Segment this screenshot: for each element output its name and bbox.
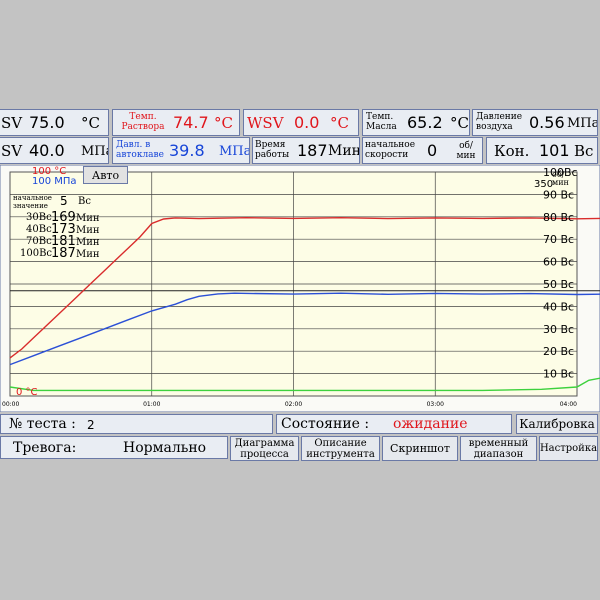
row-label: 100Вс: [20, 248, 53, 259]
con-value: 101: [539, 141, 570, 160]
row-label: 70Вс: [26, 236, 52, 247]
state-value: ожидание: [393, 416, 468, 432]
y-tick-label: 20 Вс: [543, 345, 574, 358]
row-unit: Мин: [76, 225, 100, 236]
legend-temp-zero: 0 °C: [16, 387, 38, 398]
state-label: Состояние :: [281, 416, 370, 432]
solution-temp-panel: Темп. Раствора 74.7 °C: [112, 109, 240, 136]
speed-axis-top-value: 350: [534, 179, 554, 190]
wsv-label: WSV: [247, 114, 284, 132]
oil-temp-label: Темп. Масла: [366, 112, 397, 132]
start-speed-label: начальное скорости: [365, 140, 416, 160]
con-label: Кон.: [494, 142, 530, 160]
alarm-label: Тревога:: [13, 440, 77, 456]
legend-pressure-scale: 100 МПа: [32, 176, 77, 187]
settings-button[interactable]: Настройка: [539, 436, 598, 461]
sv-pressure-unit: МПа: [81, 144, 108, 159]
speed-axis-top-unit: об/мин: [552, 170, 569, 187]
work-time-label: Время работы: [255, 140, 290, 160]
air-pressure-label: Давление воздуха: [476, 112, 523, 132]
sv-pressure-panel: SV 40.0 МПа: [0, 137, 109, 164]
row-unit: Мин: [76, 237, 100, 248]
alarm-panel: Тревога: Нормально: [0, 436, 228, 459]
initial-value: 5: [60, 194, 68, 208]
row-unit: Мин: [76, 213, 100, 224]
sv-pressure-label: SV: [1, 142, 23, 160]
oil-temp-value: 65.2: [407, 113, 443, 132]
alarm-value: Нормально: [123, 440, 207, 456]
row-unit: Мин: [76, 249, 100, 260]
air-pressure-panel: Давление воздуха 0.56 МПа: [472, 109, 598, 136]
y-tick-label: 80 Вс: [543, 211, 574, 224]
x-tick-label: 04:00: [560, 401, 577, 408]
solution-temp-value: 74.7: [173, 113, 209, 132]
x-tick-label: 03:00: [427, 401, 444, 408]
y-tick-label: 90 Вс: [543, 188, 574, 201]
sv-pressure-value: 40.0: [29, 141, 65, 160]
y-tick-label: 40 Вс: [543, 300, 574, 313]
calibration-button[interactable]: Калибровка: [516, 414, 598, 434]
y-tick-label: 30 Вс: [543, 323, 574, 336]
instrument-description-button[interactable]: Описание инструмента: [301, 436, 380, 461]
sv-temp-label: SV: [1, 114, 23, 132]
air-pressure-unit: МПа: [567, 116, 598, 131]
vessel-pressure-label: Давл. в автоклаве: [116, 140, 164, 160]
test-number-value: 2: [87, 418, 95, 432]
air-pressure-value: 0.56: [529, 113, 565, 132]
con-unit: Вс: [574, 142, 594, 160]
work-time-value: 187: [297, 141, 328, 160]
x-tick-label: 00:00: [2, 401, 19, 408]
sv-temp-panel: SV 75.0 °C: [0, 109, 109, 136]
start-speed-unit: об/мин: [456, 141, 476, 161]
start-speed-panel: начальное скорости 0 об/мин: [362, 137, 483, 164]
initial-value-label: начальное значение: [13, 194, 52, 210]
start-speed-value: 0: [427, 141, 438, 160]
work-time-unit: Мин: [328, 143, 360, 159]
y-tick-label: 10 Вс: [543, 368, 574, 381]
state-panel: Состояние : ожидание: [276, 414, 512, 434]
oil-temp-panel: Темп. Масла 65.2 °C: [362, 109, 470, 136]
row-label: 30Вс: [26, 212, 52, 223]
auto-button[interactable]: Авто: [83, 166, 128, 184]
sv-temp-unit: °C: [81, 114, 100, 132]
initial-value-unit: Вс: [78, 196, 91, 207]
wsv-panel: WSV 0.0 °C: [243, 109, 359, 136]
row-label: 40Вс: [26, 224, 52, 235]
y-tick-label: 60 Вс: [543, 256, 574, 269]
solution-temp-label: Темп. Раствора: [121, 112, 165, 132]
y-tick-label: 50 Вс: [543, 278, 574, 291]
sv-temp-value: 75.0: [29, 113, 65, 132]
row-value: 187: [51, 246, 76, 261]
time-range-button[interactable]: временный диапазон: [460, 436, 537, 461]
wsv-unit: °C: [330, 114, 349, 132]
y-tick-label: 70 Вс: [543, 233, 574, 246]
vessel-pressure-panel: Давл. в автоклаве 39.8 МПа: [112, 137, 250, 164]
screenshot-button[interactable]: Скриншот: [382, 436, 458, 461]
x-tick-label: 02:00: [285, 401, 302, 408]
process-diagram-button[interactable]: Диаграмма процесса: [230, 436, 299, 461]
wsv-value: 0.0: [294, 113, 320, 132]
oil-temp-unit: °C: [450, 114, 469, 132]
con-panel: Кон. 101 Вс: [486, 137, 598, 164]
vessel-pressure-value: 39.8: [169, 141, 205, 160]
test-number-panel: № теста : 2: [0, 414, 273, 434]
work-time-panel: Время работы 187 Мин: [252, 137, 360, 164]
test-number-label: № теста :: [9, 416, 76, 432]
solution-temp-unit: °C: [214, 114, 233, 132]
vessel-pressure-unit: МПа: [219, 144, 250, 159]
x-tick-label: 01:00: [143, 401, 160, 408]
